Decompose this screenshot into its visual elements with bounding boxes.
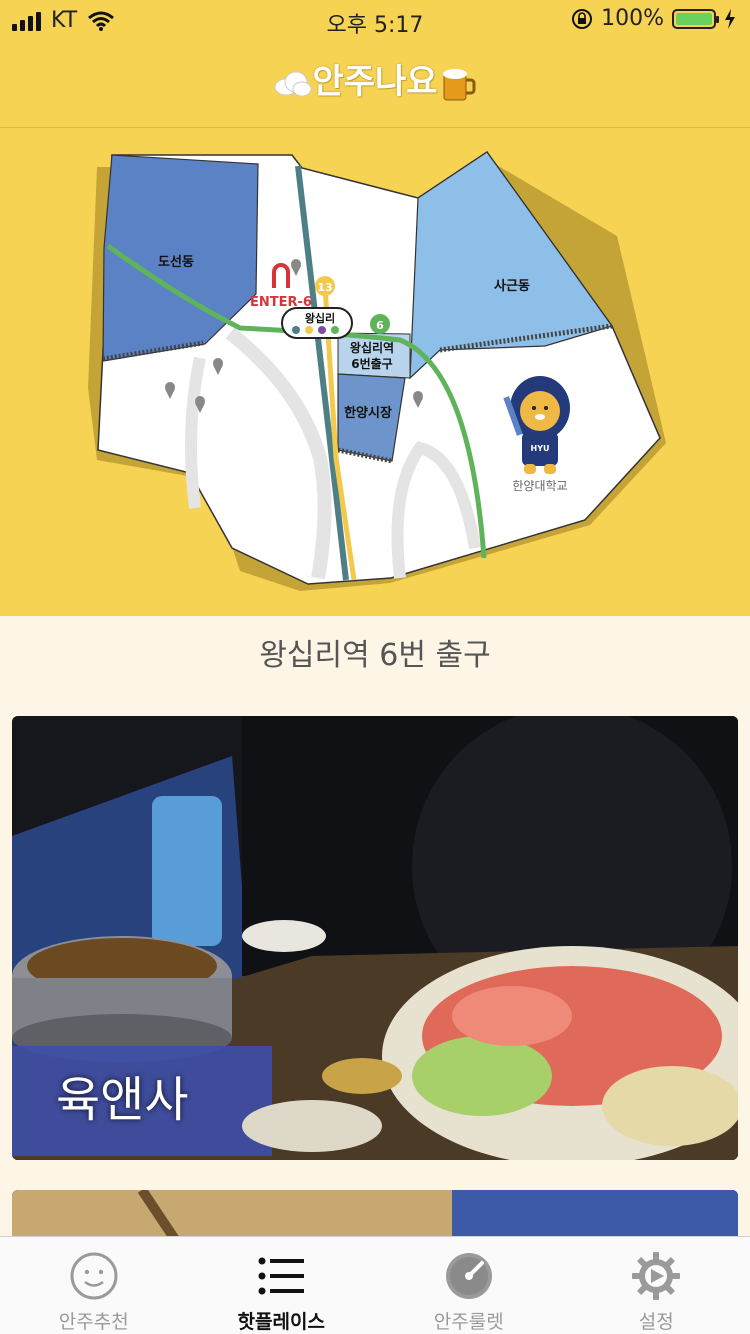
battery-icon bbox=[672, 8, 719, 29]
tab-settings[interactable]: 설정 bbox=[563, 1237, 750, 1334]
app-title: 안주나요 bbox=[0, 54, 750, 104]
tab-label: 안주추천 bbox=[58, 1311, 129, 1333]
region-doseon: 도선동 bbox=[158, 254, 194, 270]
tab-label: 설정 bbox=[638, 1311, 674, 1333]
restaurant-card[interactable]: 육앤사 bbox=[12, 716, 738, 1160]
cloud-icon bbox=[274, 71, 312, 96]
tab-label: 핫플레이스 bbox=[237, 1311, 325, 1333]
region-market: 한양시장 bbox=[344, 405, 392, 421]
tab-roulette[interactable]: 안주룰렛 bbox=[375, 1237, 563, 1334]
smiley-icon bbox=[70, 1252, 118, 1300]
station-label: 왕십리 bbox=[305, 311, 335, 325]
battery-percent: 100% bbox=[601, 6, 664, 31]
area-map: ENTER-6 13 6 왕십리 도선동 사근동 왕십리역 6번출구 한양시장 bbox=[0, 128, 750, 616]
charging-icon bbox=[725, 8, 735, 29]
mascot-badge: HYU bbox=[531, 444, 550, 453]
gear-icon bbox=[632, 1252, 681, 1300]
region-sageun: 사근동 bbox=[494, 278, 530, 294]
exit6-line1: 왕십리역 bbox=[350, 340, 394, 355]
rotation-lock-icon bbox=[572, 8, 593, 29]
tab-recommend[interactable]: 안주추천 bbox=[0, 1237, 188, 1334]
status-bar: KT 오후 5:17 100% bbox=[0, 0, 750, 40]
tab-label: 안주룰렛 bbox=[433, 1311, 504, 1333]
tab-bar: 안주추천 핫플레이스 안주룰렛 설정 bbox=[0, 1236, 750, 1334]
map-illustration: ENTER-6 13 6 왕십리 도선동 사근동 왕십리역 6번출구 한양시장 bbox=[88, 150, 666, 591]
section-title: 왕십리역 6번 출구 bbox=[259, 638, 491, 673]
line13-badge: 13 bbox=[317, 281, 332, 294]
beer-icon bbox=[442, 68, 476, 100]
univ-label: 한양대학교 bbox=[512, 479, 567, 493]
app-title-text: 안주나요 bbox=[312, 62, 438, 102]
nav-bar: 안주나요 bbox=[0, 40, 750, 128]
exit6-line2: 6번출구 bbox=[351, 356, 392, 371]
roulette-icon bbox=[445, 1253, 492, 1299]
line6-badge: 6 bbox=[376, 319, 384, 332]
tab-hotplace[interactable]: 핫플레이스 bbox=[188, 1237, 376, 1334]
restaurant-name: 육앤사 bbox=[56, 1072, 189, 1128]
list-icon bbox=[258, 1257, 305, 1295]
